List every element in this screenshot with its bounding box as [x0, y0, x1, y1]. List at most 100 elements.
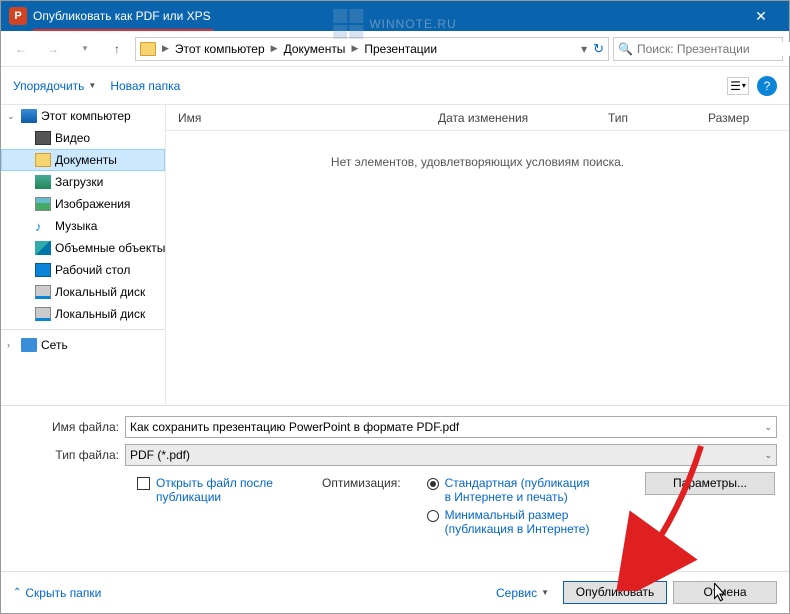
chevron-down-icon: ▼	[88, 81, 96, 90]
open-after-label: Открыть файл после публикации	[156, 476, 296, 504]
video-icon	[35, 131, 51, 145]
tree-item-network[interactable]: › Сеть	[1, 334, 165, 356]
up-button[interactable]: ↑	[103, 37, 131, 61]
chevron-icon[interactable]: ▶	[349, 43, 360, 54]
tree-item-3d[interactable]: Объемные объекты	[1, 237, 165, 259]
chevron-down-icon: ▼	[541, 588, 549, 597]
desktop-icon	[35, 263, 51, 277]
radio-off-icon	[427, 510, 439, 522]
tree-label: Сеть	[41, 338, 68, 352]
filename-row: Имя файла: Как сохранить презентацию Pow…	[13, 416, 777, 438]
expand-icon[interactable]: ›	[7, 340, 17, 350]
images-icon	[35, 197, 51, 211]
music-icon: ♪	[35, 219, 51, 233]
new-folder-button[interactable]: Новая папка	[110, 79, 180, 93]
tree-label: Локальный диск	[55, 307, 145, 321]
window-title: Опубликовать как PDF или XPS	[33, 9, 741, 23]
filetype-label: Тип файла:	[13, 448, 125, 462]
breadcrumb-segment[interactable]: Презентации	[362, 42, 439, 56]
objects3d-icon	[35, 241, 51, 255]
col-name[interactable]: Имя	[178, 111, 438, 125]
checkbox-icon	[137, 477, 150, 490]
tree-label: Видео	[55, 131, 90, 145]
save-form: Имя файла: Как сохранить презентацию Pow…	[1, 405, 789, 542]
expand-icon[interactable]: ⌄	[7, 111, 17, 122]
radio-minimal-label: Минимальный размер (публикация в Интерне…	[445, 508, 615, 536]
chevron-down-icon[interactable]: ⌄	[764, 422, 772, 433]
tree-item-images[interactable]: Изображения	[1, 193, 165, 215]
parameters-button[interactable]: Параметры...	[645, 472, 775, 495]
title-bar: P Опубликовать как PDF или XPS ✕	[1, 1, 789, 31]
breadcrumb-segment[interactable]: Этот компьютер	[173, 42, 267, 56]
tree-label: Объемные объекты	[55, 241, 165, 255]
tree-item-video[interactable]: Видео	[1, 127, 165, 149]
service-button[interactable]: Сервис ▼	[496, 586, 549, 600]
help-icon[interactable]: ?	[757, 76, 777, 96]
cancel-button[interactable]: Отмена	[673, 581, 777, 604]
back-button[interactable]: ←	[7, 37, 35, 61]
empty-message: Нет элементов, удовлетворяющих условиям …	[166, 131, 789, 169]
open-after-checkbox[interactable]: Открыть файл после публикации	[137, 476, 296, 536]
recent-button[interactable]: ▾	[71, 37, 99, 61]
disk-icon	[35, 307, 51, 321]
tree-label: Локальный диск	[55, 285, 145, 299]
radio-minimal[interactable]: Минимальный размер (публикация в Интерне…	[427, 508, 615, 536]
search-icon: 🔍	[618, 42, 633, 56]
optimization-label: Оптимизация:	[322, 476, 401, 536]
view-details-icon[interactable]: ☰▾	[727, 77, 749, 95]
footer: ⌃ Скрыть папки Сервис ▼ Опубликовать Отм…	[1, 571, 789, 613]
tree-label: Документы	[55, 153, 117, 167]
folder-tree: ⌄ Этот компьютер Видео Документы Загрузк…	[1, 105, 165, 405]
publish-button[interactable]: Опубликовать	[563, 581, 667, 604]
filename-field[interactable]: Как сохранить презентацию PowerPoint в ф…	[125, 416, 777, 438]
forward-button[interactable]: →	[39, 37, 67, 61]
search-input[interactable]	[637, 42, 790, 56]
tree-item-documents[interactable]: Документы	[1, 149, 165, 171]
tree-label: Рабочий стол	[55, 263, 130, 277]
close-icon[interactable]: ✕	[741, 8, 781, 25]
tree-item-music[interactable]: ♪ Музыка	[1, 215, 165, 237]
organize-button[interactable]: Упорядочить ▼	[13, 79, 96, 93]
chevron-down-icon[interactable]: ⌄	[764, 450, 772, 461]
tree-item-downloads[interactable]: Загрузки	[1, 171, 165, 193]
pc-icon	[21, 109, 37, 123]
downloads-icon	[35, 175, 51, 189]
file-list: Имя Дата изменения Тип Размер Нет элемен…	[165, 105, 789, 405]
chevron-icon[interactable]: ▶	[160, 43, 171, 54]
col-type[interactable]: Тип	[608, 111, 708, 125]
tree-label: Этот компьютер	[41, 109, 131, 123]
folder-icon	[140, 42, 156, 56]
column-headers: Имя Дата изменения Тип Размер	[166, 105, 789, 131]
radio-on-icon	[427, 478, 439, 490]
radio-standard[interactable]: Стандартная (публикация в Интернете и пе…	[427, 476, 615, 504]
service-label: Сервис	[496, 586, 537, 600]
filetype-row: Тип файла: PDF (*.pdf) ⌄	[13, 444, 777, 466]
chevron-icon[interactable]: ▶	[269, 43, 280, 54]
documents-icon	[35, 153, 51, 167]
search-box[interactable]: 🔍	[613, 37, 783, 61]
hide-folders-button[interactable]: ⌃ Скрыть папки	[13, 586, 101, 600]
options-area: Открыть файл после публикации Оптимизаци…	[13, 472, 777, 536]
tree-label: Музыка	[55, 219, 97, 233]
tree-item-localdisk[interactable]: Локальный диск	[1, 303, 165, 325]
filetype-value: PDF (*.pdf)	[130, 448, 190, 462]
filetype-field[interactable]: PDF (*.pdf) ⌄	[125, 444, 777, 466]
address-bar[interactable]: ▶ Этот компьютер ▶ Документы ▶ Презентац…	[135, 37, 609, 61]
view-options: ☰▾ ?	[727, 76, 777, 96]
disk-icon	[35, 285, 51, 299]
chevron-down-icon[interactable]: ▾	[581, 42, 587, 56]
nav-bar: ← → ▾ ↑ ▶ Этот компьютер ▶ Документы ▶ П…	[1, 31, 789, 67]
breadcrumb-segment[interactable]: Документы	[282, 42, 348, 56]
col-size[interactable]: Размер	[708, 111, 788, 125]
toolbar: Упорядочить ▼ Новая папка ☰▾ ?	[1, 67, 789, 105]
col-date[interactable]: Дата изменения	[438, 111, 608, 125]
main-area: ⌄ Этот компьютер Видео Документы Загрузк…	[1, 105, 789, 405]
refresh-icon[interactable]: ↻	[593, 41, 604, 57]
tree-item-localdisk[interactable]: Локальный диск	[1, 281, 165, 303]
tree-label: Изображения	[55, 197, 130, 211]
tree-item-this-pc[interactable]: ⌄ Этот компьютер	[1, 105, 165, 127]
filename-value: Как сохранить презентацию PowerPoint в ф…	[130, 420, 459, 434]
tree-item-desktop[interactable]: Рабочий стол	[1, 259, 165, 281]
chevron-up-icon: ⌃	[13, 587, 21, 598]
filename-label: Имя файла:	[13, 420, 125, 434]
